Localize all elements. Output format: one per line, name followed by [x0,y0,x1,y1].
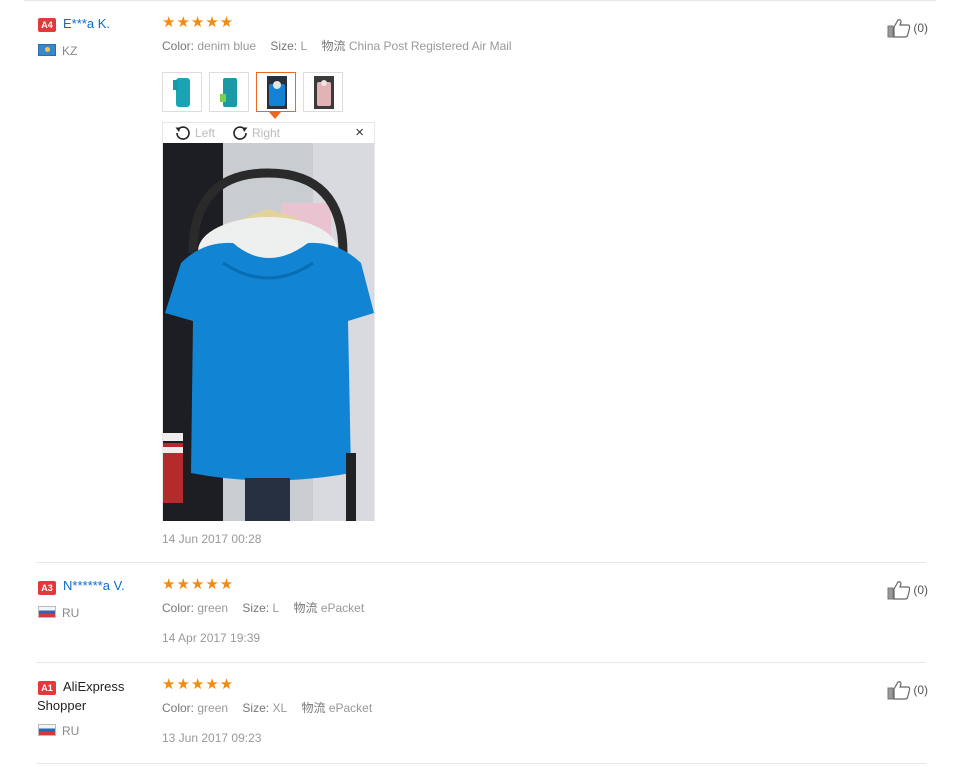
reviewer-name: AliExpress [63,679,125,694]
size-value: L [272,601,280,615]
country-code: KZ [62,44,78,58]
rotate-right-icon [233,126,248,140]
size-value: L [300,39,308,53]
photo-thumbnail[interactable] [303,72,343,112]
photo-viewer: Left Right × [162,122,375,521]
color-value: green [197,601,229,615]
size-label: Size: [242,601,270,615]
color-label: Color: [162,601,195,615]
color-value: denim blue [197,39,257,53]
review-item: A4 E***a K. KZ ★★★★★ Color: denim blue S… [36,0,928,563]
reviewer-country: KZ [38,43,77,59]
buyer-level-badge: A4 [38,18,56,32]
rotate-left-icon [175,126,190,140]
thumbs-up-icon [887,19,911,38]
star-rating: ★★★★★ [162,14,235,31]
helpful-count: (0) [913,21,928,35]
rotate-right-label: Right [252,126,281,140]
review-photo-large [163,143,374,521]
color-value: green [197,701,229,715]
shipping-label: 物流 [301,701,326,715]
shipping-label: 物流 [321,39,346,53]
buyer-level-badge: A3 [38,581,56,595]
review-item: A3 N******a V. RU ★★★★★ Color: green Siz… [36,563,928,663]
shipping-value: ePacket [320,601,365,615]
photo-thumbnail[interactable] [162,72,202,112]
ru-flag-icon [38,606,56,618]
rotate-right-button[interactable]: Right [230,124,280,142]
size-label: Size: [270,39,298,53]
color-label: Color: [162,701,195,715]
order-attributes: Color: green Size: XL 物流 ePacket [162,700,372,716]
country-code: RU [62,606,80,620]
review-date: 14 Jun 2017 00:28 [162,532,262,546]
buyer-level-badge: A1 [38,681,56,695]
photo-viewer-toolbar: Left Right × [163,123,374,143]
size-value: XL [272,701,288,715]
review-date: 14 Apr 2017 19:39 [162,631,261,645]
photo-thumbnail-selected[interactable] [256,72,296,112]
selected-thumbnail-indicator [269,112,281,119]
thumbs-up-icon [887,681,911,700]
thumbs-up-icon [887,581,911,600]
size-label: Size: [242,701,270,715]
review-item: A1 AliExpress Shopper RU ★★★★★ Color: gr… [36,663,928,765]
rotate-left-button[interactable]: Left [173,124,215,142]
shipping-value: China Post Registered Air Mail [348,39,512,53]
reviewer-name-continued: Shopper [37,698,87,713]
reviewer-name[interactable]: E***a K. [63,15,110,33]
order-attributes: Color: denim blue Size: L 物流 China Post … [162,38,512,54]
star-rating: ★★★★★ [162,676,235,693]
star-rating: ★★★★★ [162,576,235,593]
kz-flag-icon [38,44,56,56]
close-viewer-button[interactable]: × [355,125,364,140]
helpful-button[interactable]: (0) [887,680,928,700]
shipping-label: 物流 [293,601,318,615]
ru-flag-icon [38,724,56,736]
review-divider [36,763,926,764]
helpful-count: (0) [913,683,928,697]
photo-thumbnail[interactable] [209,72,249,112]
helpful-button[interactable]: (0) [887,18,928,38]
reviewer-name[interactable]: N******a V. [63,577,125,595]
helpful-button[interactable]: (0) [887,580,928,600]
reviewer-country: RU [38,605,79,621]
helpful-count: (0) [913,583,928,597]
rotate-left-label: Left [195,126,216,140]
review-date: 13 Jun 2017 09:23 [162,731,262,745]
reviewer-country: RU [38,723,79,739]
color-label: Color: [162,39,195,53]
order-attributes: Color: green Size: L 物流 ePacket [162,600,364,616]
shipping-value: ePacket [328,701,373,715]
country-code: RU [62,724,80,738]
